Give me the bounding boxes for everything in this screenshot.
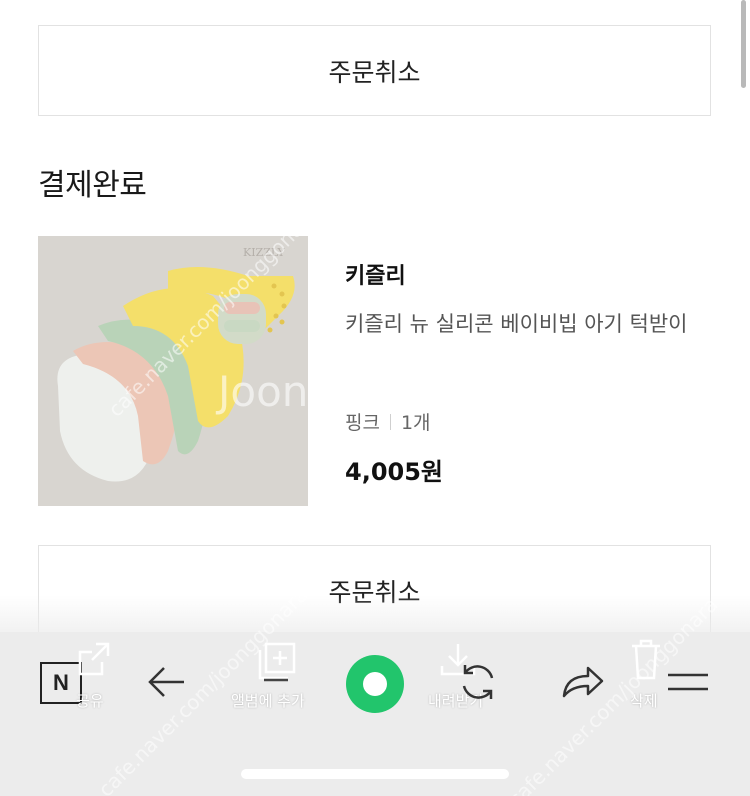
product-price: 4,005원 (345, 458, 443, 486)
product-name[interactable]: 키즐리 뉴 실리콘 베이비빕 아기 턱받이 (345, 308, 705, 340)
menu-icon[interactable] (666, 670, 710, 696)
play-button[interactable] (346, 655, 404, 713)
add-album-label[interactable]: 앨범에 추가 (231, 690, 305, 711)
order-cancel-button-top[interactable]: 주문취소 (38, 25, 711, 116)
home-indicator (241, 769, 509, 779)
option-color: 핑크 (345, 412, 380, 434)
option-divider (389, 413, 391, 430)
product-image-brand-text: KIZZLY (243, 246, 285, 259)
product-options: 핑크 1개 (345, 408, 431, 435)
baby-bib-illustration: KIZZLY Joon (38, 236, 308, 506)
share-icon[interactable] (74, 640, 114, 680)
delete-label[interactable]: 삭제 (630, 690, 658, 711)
order-cancel-label: 주문취소 (328, 57, 421, 87)
share-label[interactable]: 공유 (76, 690, 104, 711)
product-image[interactable]: KIZZLY Joon (38, 236, 308, 506)
forward-icon[interactable] (560, 664, 606, 700)
back-arrow-icon[interactable] (146, 664, 188, 700)
trash-icon[interactable] (628, 638, 664, 682)
play-button-center (363, 672, 387, 696)
product-image-watermark-logo: Joon (215, 367, 308, 416)
refresh-icon[interactable] (456, 660, 500, 704)
scrollbar[interactable] (741, 0, 746, 88)
payment-status-title: 결제완료 (38, 168, 147, 203)
option-quantity: 1개 (400, 412, 431, 434)
add-album-icon[interactable] (254, 640, 298, 684)
product-brand[interactable]: 키즐리 (345, 258, 406, 290)
